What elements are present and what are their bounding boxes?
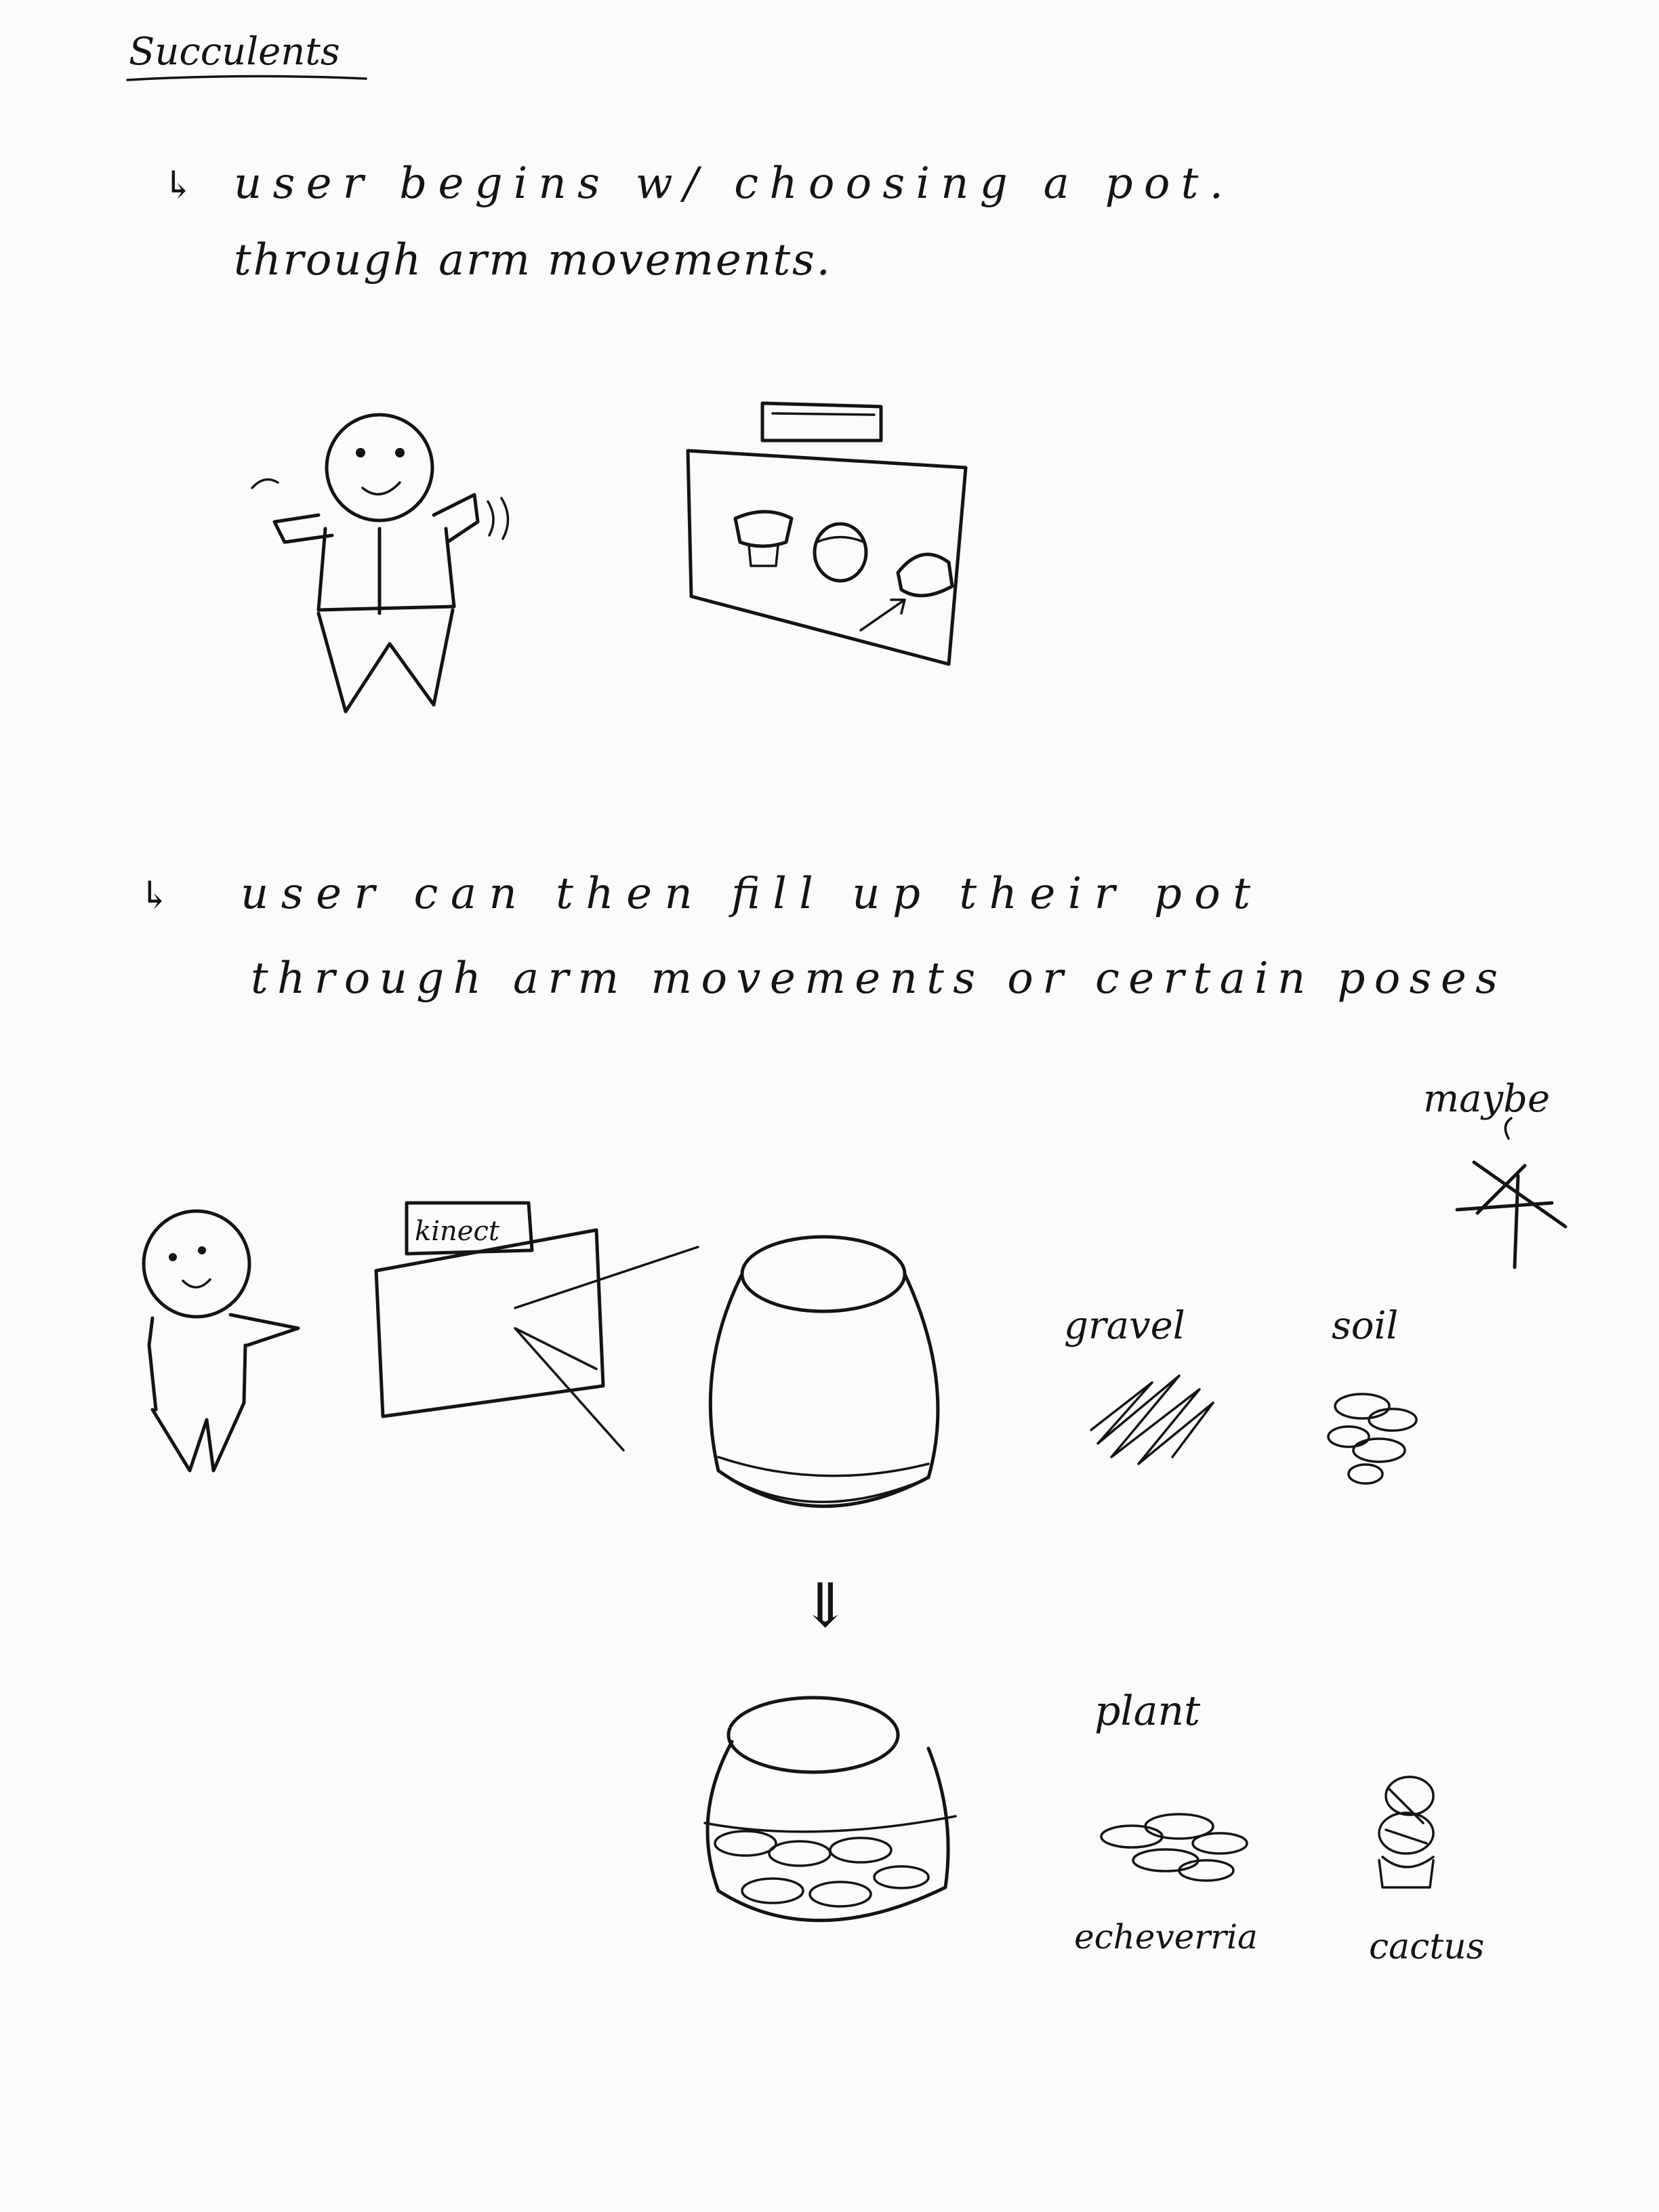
maybe-arrow <box>1504 1117 1513 1140</box>
maybe-label: maybe <box>1423 1077 1550 1121</box>
down-arrow-icon: ⇓ <box>800 1570 851 1641</box>
note-2-arrow: ↳ <box>139 874 171 918</box>
gravel-scribble-icon <box>1090 1374 1214 1465</box>
cactus-sketch-icon <box>1378 1776 1435 1889</box>
note-2-line-1: user can then fill up their pot <box>241 869 1250 919</box>
filled-pot-sketch <box>703 1696 957 1923</box>
note-1-line-1: user begins w/ choosing a pot. <box>234 159 1223 209</box>
person-waving-sketch <box>251 413 510 714</box>
sketch-page: Succulents ↳ user begins w/ choosing a p… <box>0 0 1659 2212</box>
page-title: Succulents <box>129 30 340 74</box>
title-underline <box>126 75 367 81</box>
note-1-line-2: through arm movements. <box>234 235 830 285</box>
echeverria-label: echeverria <box>1074 1917 1258 1957</box>
star-mark-icon <box>1455 1160 1568 1269</box>
gravel-label: gravel <box>1064 1304 1185 1348</box>
kinect-screen-sketch: kinect <box>374 1201 699 1452</box>
kinect-label: kinect <box>415 1216 500 1247</box>
note-2-line-2: through arm movements or certain poses <box>251 954 1498 1004</box>
pot-selection-screen-sketch <box>686 401 968 666</box>
empty-pot-sketch <box>708 1235 940 1509</box>
cactus-label: cactus <box>1369 1927 1484 1967</box>
soil-label: soil <box>1332 1304 1398 1348</box>
note-1-arrow: ↳ <box>163 163 194 207</box>
person-pointing-sketch <box>142 1209 300 1473</box>
echeverria-sketch-icon <box>1100 1813 1248 1882</box>
sketch-canvas: Succulents ↳ user begins w/ choosing a p… <box>126 30 1568 1967</box>
soil-scribble-icon <box>1327 1393 1418 1485</box>
plant-label: plant <box>1094 1687 1201 1735</box>
